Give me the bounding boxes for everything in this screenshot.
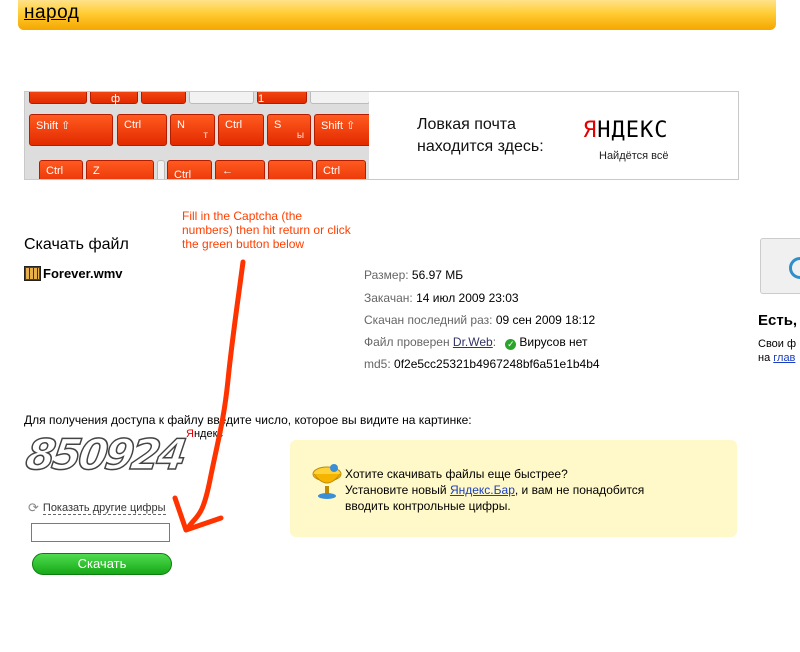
key-label: 1 (258, 93, 265, 105)
key-label: Z (86, 160, 154, 179)
promo-line-2: Установите новый Яндекс.Бар, и вам не по… (345, 483, 645, 497)
side-promo-link[interactable]: глав (773, 352, 795, 364)
file-name: Forever.wmv (43, 266, 123, 281)
captcha-image: 850924 (22, 429, 188, 480)
keyboard-image: ф 1 Shift ⇧ Ctrl Nт Ctrl Sы Shift ⇧ Ctrl… (25, 92, 369, 179)
file-size: Размер: 56.97 МБ (364, 268, 464, 282)
yandex-bar-link[interactable]: Яндекс.Бар (450, 483, 515, 497)
annotation-note: Fill in the Captcha (the numbers) then h… (182, 209, 351, 251)
key-label: Ctrl (117, 114, 167, 146)
header-bar (18, 0, 776, 30)
key-label: Shift ⇧ (29, 114, 113, 146)
virus-status: Вирусов нет (519, 335, 588, 349)
file-last-downloaded: Скачан последний раз: 09 сен 2009 18:12 (364, 313, 596, 327)
video-file-icon (24, 266, 41, 281)
yandex-logo: ЯНДЕКС (583, 118, 668, 143)
refresh-captcha-label: Показать другие цифры (42, 501, 166, 515)
checkmark-icon: ✓ (505, 339, 517, 350)
key-label: N (177, 119, 185, 131)
side-promo-line-2: на глав (758, 352, 796, 364)
key-sublabel: ы (296, 130, 304, 141)
refresh-captcha-link[interactable]: ⟳ Показать другие цифры (28, 500, 166, 516)
yandex-tagline: Найдётся всё (599, 150, 669, 162)
promo-text: Хотите скачивать файлы еще быстрее? Уста… (345, 466, 644, 514)
file-name-row: Forever.wmv (24, 266, 123, 281)
promo-line-1: Хотите скачивать файлы еще быстрее? (345, 467, 568, 481)
download-button[interactable]: Скачать (32, 553, 172, 575)
captcha-prompt: Для получения доступа к файлу введите чи… (24, 413, 472, 427)
site-logo-link[interactable]: народ (24, 2, 79, 24)
side-promo-icon (760, 238, 800, 294)
key-label: ф (111, 93, 121, 105)
yandex-mail-banner[interactable]: ф 1 Shift ⇧ Ctrl Nт Ctrl Sы Shift ⇧ Ctrl… (24, 91, 739, 180)
refresh-icon: ⟳ (28, 500, 39, 515)
key-label: Ctrl (167, 160, 212, 179)
key-label: Shift ⇧ (314, 114, 369, 146)
file-virus-check: Файл проверен Dr.Web: ✓ Вирусов нет (364, 335, 588, 350)
key-label: Ctrl (39, 160, 83, 179)
yandex-bar-cup-icon (312, 464, 342, 499)
page-title: Скачать файл (24, 236, 129, 253)
banner-text: Ловкая почта находится здесь: (417, 114, 544, 158)
banner-line-2: находится здесь: (417, 138, 544, 155)
captcha-input[interactable] (31, 523, 170, 542)
file-md5: md5: 0f2e5cc25321b4967248bf6a51e1b4b4 (364, 357, 600, 371)
yandex-logo-first-letter: Я (583, 118, 598, 143)
key-sublabel: т (203, 130, 208, 141)
yandex-bar-promo: Хотите скачивать файлы еще быстрее? Уста… (290, 440, 737, 537)
side-promo-title: Есть, (758, 312, 798, 329)
key-label: ← (215, 160, 265, 179)
promo-line-3: вводить контрольные цифры. (345, 499, 511, 513)
file-uploaded: Закачан: 14 июл 2009 23:03 (364, 291, 519, 305)
key-label: Ctrl (316, 160, 366, 179)
captcha-yandex-mark: Яндекс (186, 428, 223, 440)
drweb-link[interactable]: Dr.Web (453, 335, 493, 349)
side-promo-line-1: Свои ф (758, 338, 797, 350)
yandex-logo-rest: НДЕКС (597, 118, 669, 143)
key-label: S (274, 119, 282, 131)
banner-line-1: Ловкая почта (417, 116, 516, 133)
key-label: Ctrl (218, 114, 264, 146)
